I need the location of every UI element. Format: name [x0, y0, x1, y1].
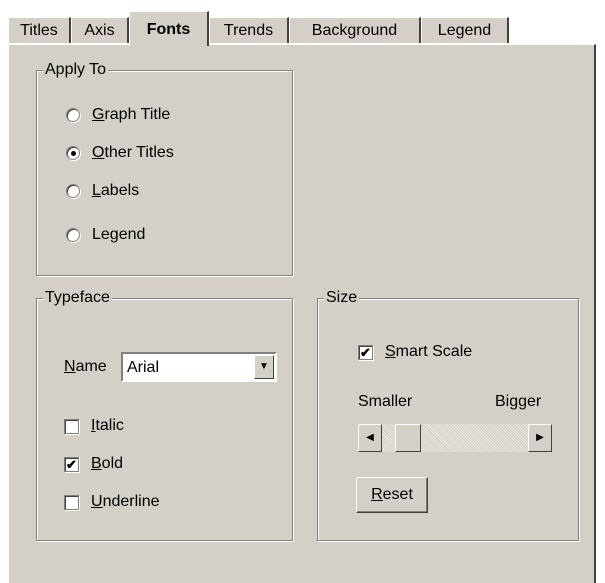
- apply-to-title: Apply To: [43, 60, 109, 80]
- size-title: Size: [324, 288, 360, 308]
- checkbox-label: Bold: [91, 455, 124, 472]
- radio-label: Graph Title: [92, 106, 171, 123]
- font-name-select[interactable]: Arial ▼: [121, 352, 277, 382]
- radio-button-icon: [66, 184, 80, 198]
- checkbox-label: Underline: [91, 493, 160, 510]
- tab-legend[interactable]: Legend: [421, 17, 509, 43]
- tab-label: Legend: [437, 22, 492, 39]
- checkbox-icon: [64, 418, 79, 434]
- scroll-left-icon[interactable]: ◀: [358, 424, 382, 452]
- font-name-value: Arial: [127, 359, 160, 376]
- radio-button-selected-icon: [66, 146, 80, 160]
- name-label: Name: [64, 358, 107, 375]
- tab-label: Trends: [223, 22, 274, 39]
- radio-button-icon: [66, 228, 80, 242]
- fonts-tab-panel: Apply To Graph Title Other Titles Labels…: [8, 44, 596, 583]
- smaller-label: Smaller: [358, 393, 413, 410]
- radio-other-titles[interactable]: Other Titles: [66, 142, 174, 164]
- reset-label: eset: [382, 486, 413, 503]
- radio-label: Legend: [92, 226, 146, 243]
- checkbox-icon: [64, 494, 79, 510]
- font-size-scrollbar[interactable]: ◀ ▶: [358, 424, 552, 452]
- tab-label: Titles: [20, 22, 58, 39]
- apply-to-group: Apply To Graph Title Other Titles Labels…: [36, 60, 293, 276]
- tab-titles[interactable]: Titles: [8, 17, 71, 43]
- radio-label: Other Titles: [92, 144, 174, 161]
- underline-checkbox[interactable]: Underline: [64, 491, 160, 513]
- tab-axis[interactable]: Axis: [71, 17, 129, 43]
- radio-labels[interactable]: Labels: [66, 180, 139, 202]
- typeface-group: Typeface Name Arial ▼ Italic ✔ Bold Unde…: [36, 288, 293, 541]
- radio-graph-title[interactable]: Graph Title: [66, 104, 170, 126]
- checkmark-icon: ✔: [64, 456, 79, 472]
- checkmark-icon: ✔: [358, 344, 373, 360]
- bigger-label: Bigger: [495, 393, 542, 410]
- italic-checkbox[interactable]: Italic: [64, 415, 124, 437]
- size-group: Size ✔ Smart Scale Smaller Bigger ◀ ▶ Re…: [317, 288, 579, 541]
- tab-fonts[interactable]: Fonts: [129, 11, 209, 46]
- checkbox-label: Smart Scale: [385, 343, 473, 360]
- tab-label: Background: [311, 22, 398, 39]
- tab-trends[interactable]: Trends: [209, 17, 289, 43]
- reset-mnemonic: R: [371, 486, 383, 503]
- tab-background[interactable]: Background: [289, 17, 421, 43]
- tab-label: Axis: [84, 22, 115, 39]
- scroll-thumb[interactable]: [395, 424, 421, 452]
- radio-button-icon: [66, 108, 80, 122]
- bold-checkbox[interactable]: ✔ Bold: [64, 453, 123, 475]
- typeface-title: Typeface: [43, 288, 112, 308]
- chevron-down-icon[interactable]: ▼: [254, 355, 274, 379]
- checkbox-label: Italic: [91, 417, 124, 434]
- radio-label: Labels: [92, 182, 140, 199]
- reset-button[interactable]: Reset: [356, 477, 428, 513]
- smart-scale-checkbox[interactable]: ✔ Smart Scale: [358, 341, 472, 363]
- tab-label: Fonts: [146, 21, 191, 38]
- scroll-right-icon[interactable]: ▶: [528, 424, 552, 452]
- radio-legend[interactable]: Legend: [66, 224, 145, 246]
